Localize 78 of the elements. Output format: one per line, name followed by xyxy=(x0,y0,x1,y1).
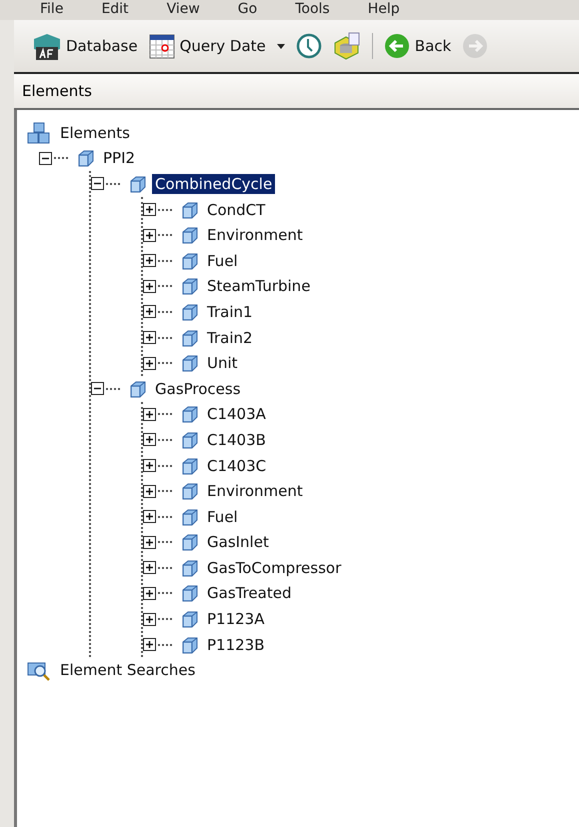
cube-icon xyxy=(180,636,198,654)
tree-item[interactable]: Elements xyxy=(57,122,133,143)
toolbar-button[interactable]: Back xyxy=(382,32,452,60)
clock-icon[interactable] xyxy=(296,33,322,59)
tree-item[interactable]: C1403A xyxy=(204,404,269,424)
expand-icon[interactable] xyxy=(143,280,156,293)
tree-item[interactable]: GasInlet xyxy=(204,532,272,552)
database-icon[interactable] xyxy=(332,31,362,61)
collapse-icon[interactable] xyxy=(91,382,104,396)
expand-icon[interactable] xyxy=(143,459,156,472)
cube-icon xyxy=(180,405,198,424)
cube-icon xyxy=(180,558,198,577)
expand-icon[interactable] xyxy=(143,433,156,446)
expand-icon[interactable] xyxy=(143,203,156,216)
expand-icon[interactable] xyxy=(143,408,156,421)
expand-icon[interactable] xyxy=(143,510,156,524)
expand-icon[interactable] xyxy=(143,586,156,600)
cube-icon xyxy=(180,430,198,449)
expand-icon[interactable] xyxy=(143,254,156,268)
expand-icon[interactable] xyxy=(143,638,156,652)
expand-icon[interactable] xyxy=(143,331,156,344)
menu-item[interactable]: Help xyxy=(368,2,400,16)
cube-icon xyxy=(128,174,146,193)
expand-icon[interactable] xyxy=(143,561,156,574)
cube-icon xyxy=(180,508,198,526)
calendar-icon xyxy=(148,32,176,60)
tree-item[interactable]: P1123B xyxy=(204,634,268,655)
cube-icon xyxy=(180,533,198,552)
tree-item[interactable]: C1403C xyxy=(204,456,270,476)
expand-icon[interactable] xyxy=(143,356,156,370)
menu-item[interactable]: View xyxy=(166,2,200,16)
cube-icon xyxy=(128,380,146,398)
cube-icon xyxy=(180,328,198,347)
cube-icon xyxy=(180,584,198,602)
expand-icon[interactable] xyxy=(143,305,156,318)
cube-icon xyxy=(180,456,198,475)
tree-item[interactable]: GasProcess xyxy=(152,378,244,399)
tree-item[interactable]: Environment xyxy=(204,481,306,502)
expand-icon[interactable] xyxy=(143,484,156,498)
dropdown-caret-icon xyxy=(276,42,286,50)
menu-item[interactable]: File xyxy=(40,2,64,16)
tree-item[interactable]: Fuel xyxy=(204,250,241,271)
cube-icon xyxy=(180,482,198,500)
tree-item[interactable]: CombinedCycle xyxy=(152,174,276,194)
expand-icon[interactable] xyxy=(143,228,156,242)
menu-item[interactable]: Edit xyxy=(101,2,129,16)
tree-item[interactable]: CondCT xyxy=(204,200,268,220)
tree-item[interactable]: Fuel xyxy=(204,506,241,527)
cube-icon xyxy=(180,252,198,270)
menu-item[interactable]: Go xyxy=(238,2,258,16)
tree-item[interactable]: Train2 xyxy=(204,328,256,348)
collapse-icon[interactable] xyxy=(91,177,104,190)
cube-icon xyxy=(180,354,198,372)
cube-icon xyxy=(76,149,94,168)
cube-icon xyxy=(180,277,198,296)
tree-item[interactable]: Element Searches xyxy=(57,660,198,680)
expand-icon[interactable] xyxy=(143,536,156,549)
menu-item[interactable]: Tools xyxy=(295,2,330,16)
cube-icon xyxy=(180,302,198,321)
tree-item[interactable]: Train1 xyxy=(204,302,256,322)
tree-item[interactable]: P1123A xyxy=(204,609,268,630)
cube-icon xyxy=(180,226,198,244)
tree-item[interactable]: PPI2 xyxy=(100,148,138,168)
toolbar-button[interactable]: Query Date xyxy=(148,32,266,60)
tree-item[interactable]: Environment xyxy=(204,225,306,246)
server-icon xyxy=(32,31,62,61)
collapse-icon[interactable] xyxy=(39,152,52,165)
cube-icon xyxy=(180,200,198,219)
tree-item[interactable]: C1403B xyxy=(204,430,269,450)
panel-title: Elements xyxy=(14,74,579,110)
tree-item[interactable]: GasTreated xyxy=(204,583,294,604)
toolbar-button[interactable]: Database xyxy=(32,31,138,61)
expand-icon[interactable] xyxy=(143,612,156,626)
tree-item[interactable]: GasToCompressor xyxy=(204,558,344,578)
cube-icon xyxy=(180,610,198,628)
tree-item[interactable]: Unit xyxy=(204,353,241,374)
tree-item[interactable]: SteamTurbine xyxy=(204,276,314,296)
cubes-icon xyxy=(27,122,51,144)
